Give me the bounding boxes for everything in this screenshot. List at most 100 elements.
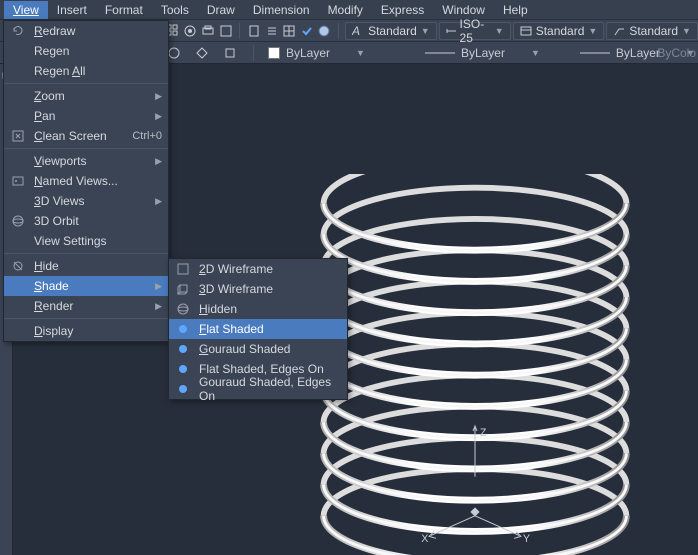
submenu-arrow-icon: ▶ bbox=[155, 281, 162, 292]
view-menu-item-named-views-[interactable]: Named Views... bbox=[4, 171, 168, 191]
view-menu-item-hide[interactable]: Hide bbox=[4, 256, 168, 276]
blank-icon bbox=[10, 193, 26, 209]
shade-menu-item-flat-shaded[interactable]: Flat Shaded bbox=[169, 319, 347, 339]
style-label: Standard bbox=[368, 24, 417, 38]
menu-dimension[interactable]: Dimension bbox=[244, 1, 319, 19]
menu-insert[interactable]: Insert bbox=[48, 1, 96, 19]
view-menu-item-regen[interactable]: Regen bbox=[4, 41, 168, 61]
view-menu-item-view-settings[interactable]: View Settings bbox=[4, 231, 168, 251]
style-standard-dropdown-3[interactable]: Standard ▼ bbox=[606, 22, 698, 40]
view-menu-item-pan[interactable]: Pan▶ bbox=[4, 106, 168, 126]
view-menu-item-zoom[interactable]: Zoom▶ bbox=[4, 86, 168, 106]
view-menu-item-viewports[interactable]: Viewports ▶ bbox=[4, 151, 168, 171]
table-style-icon bbox=[520, 25, 532, 37]
tool-grid-icon[interactable] bbox=[281, 22, 297, 40]
menu-item-label: Display bbox=[34, 324, 162, 338]
hide-icon bbox=[10, 258, 26, 274]
prop-icon-2[interactable] bbox=[193, 44, 211, 62]
chevron-down-icon: ▼ bbox=[531, 48, 540, 58]
blank-icon bbox=[10, 88, 26, 104]
axis-y-label: Y bbox=[523, 533, 530, 545]
orbit-icon bbox=[10, 213, 26, 229]
menu-separator bbox=[4, 83, 168, 84]
menu-express[interactable]: Express bbox=[372, 1, 433, 19]
toolbar-divider bbox=[338, 23, 339, 39]
expand-icon bbox=[10, 128, 26, 144]
chevron-down-icon: ▼ bbox=[682, 26, 691, 36]
view-menu-item-render[interactable]: Render▶ bbox=[4, 296, 168, 316]
view-menu-item-3d-views[interactable]: 3D Views▶ bbox=[4, 191, 168, 211]
chevron-down-icon: ▼ bbox=[588, 26, 597, 36]
blank-icon bbox=[10, 108, 26, 124]
style-label: Standard bbox=[536, 24, 585, 38]
bylayer-label: ByLayer bbox=[286, 46, 330, 60]
menu-item-label: Viewports bbox=[34, 154, 147, 168]
view-menu-item-display[interactable]: Display bbox=[4, 321, 168, 341]
chevron-down-icon: ▼ bbox=[421, 26, 430, 36]
menubar: View Insert Format Tools Draw Dimension … bbox=[0, 0, 698, 20]
svg-text:A: A bbox=[352, 25, 360, 37]
blank-icon bbox=[10, 278, 26, 294]
text-style-icon: A bbox=[352, 25, 364, 37]
menu-item-label: Render bbox=[34, 299, 147, 313]
blank-icon bbox=[10, 63, 26, 79]
chevron-down-icon: ▼ bbox=[356, 48, 365, 58]
menu-item-label: Flat Shaded bbox=[199, 322, 341, 336]
toolbar-divider bbox=[253, 45, 254, 61]
menu-item-label: Gouraud Shaded, Edges On bbox=[199, 375, 341, 403]
menu-item-label: 3D Wireframe bbox=[199, 282, 341, 296]
color-swatch bbox=[268, 47, 280, 59]
tool-sphere-icon[interactable] bbox=[317, 22, 333, 40]
tool-check-icon[interactable] bbox=[299, 22, 315, 40]
style-standard-dropdown-2[interactable]: Standard ▼ bbox=[513, 22, 605, 40]
shade-submenu: 2D Wireframe 3D Wireframe Hidden Flat Shade… bbox=[168, 258, 348, 400]
tool-print-icon[interactable] bbox=[200, 22, 216, 40]
view-menu-item-3d-orbit[interactable]: 3D Orbit bbox=[4, 211, 168, 231]
view-menu-item-regen-all[interactable]: Regen All bbox=[4, 61, 168, 81]
shade-menu-item-gouraud-shaded[interactable]: Gouraud Shaded bbox=[169, 339, 347, 359]
shade-menu-item-2d-wireframe[interactable]: 2D Wireframe bbox=[169, 259, 347, 279]
tool-doc-icon[interactable] bbox=[246, 22, 262, 40]
refresh-icon bbox=[10, 23, 26, 39]
view-menu-item-shade[interactable]: Shade▶ bbox=[4, 276, 168, 296]
blank-icon bbox=[10, 153, 26, 169]
tool-settings-icon[interactable] bbox=[183, 22, 199, 40]
menu-help[interactable]: Help bbox=[494, 1, 537, 19]
axis-x-label: X bbox=[421, 533, 428, 545]
view-menu-item-clean-screen[interactable]: Clean ScreenCtrl+0 bbox=[4, 126, 168, 146]
linetype-dropdown[interactable]: ByLayer ▼ bbox=[425, 46, 540, 60]
bycolor-label: ByColo bbox=[657, 46, 696, 60]
toolbar-divider bbox=[239, 23, 240, 39]
tool-view-icon[interactable] bbox=[218, 22, 234, 40]
menu-item-label: 3D Views bbox=[34, 194, 147, 208]
submenu-arrow-icon: ▶ bbox=[155, 156, 162, 167]
color-dropdown[interactable]: ByLayer ▼ bbox=[268, 46, 365, 60]
prop-icon-3[interactable] bbox=[221, 44, 239, 62]
dim-style-icon bbox=[446, 25, 456, 37]
shade-menu-item-hidden[interactable]: Hidden bbox=[169, 299, 347, 319]
style-standard-dropdown-1[interactable]: A Standard ▼ bbox=[345, 22, 437, 40]
named-views-icon bbox=[10, 173, 26, 189]
shade-menu-item-gouraud-shaded-edges-on[interactable]: Gouraud Shaded, Edges On bbox=[169, 379, 347, 399]
style-label: Standard bbox=[629, 24, 678, 38]
wire2d-icon bbox=[175, 261, 191, 277]
menu-format[interactable]: Format bbox=[96, 1, 152, 19]
blank-icon bbox=[10, 43, 26, 59]
style-iso-dropdown[interactable]: ISO-25 ▼ bbox=[439, 22, 511, 40]
tool-list-icon[interactable] bbox=[264, 22, 280, 40]
dot-icon bbox=[175, 321, 191, 337]
blank-icon bbox=[10, 233, 26, 249]
dot-icon bbox=[175, 361, 191, 377]
hidden-icon bbox=[175, 301, 191, 317]
chevron-down-icon: ▼ bbox=[495, 26, 504, 36]
menu-view[interactable]: View bbox=[4, 1, 48, 19]
view-menu-item-redraw[interactable]: Redraw bbox=[4, 21, 168, 41]
menu-item-label: Hide bbox=[34, 259, 162, 273]
helix-model: Z X Y bbox=[300, 174, 650, 555]
menu-modify[interactable]: Modify bbox=[319, 1, 372, 19]
menu-item-label: Hidden bbox=[199, 302, 341, 316]
shade-menu-item-3d-wireframe[interactable]: 3D Wireframe bbox=[169, 279, 347, 299]
menu-draw[interactable]: Draw bbox=[198, 1, 244, 19]
menu-item-label: Gouraud Shaded bbox=[199, 342, 341, 356]
menu-tools[interactable]: Tools bbox=[152, 1, 198, 19]
